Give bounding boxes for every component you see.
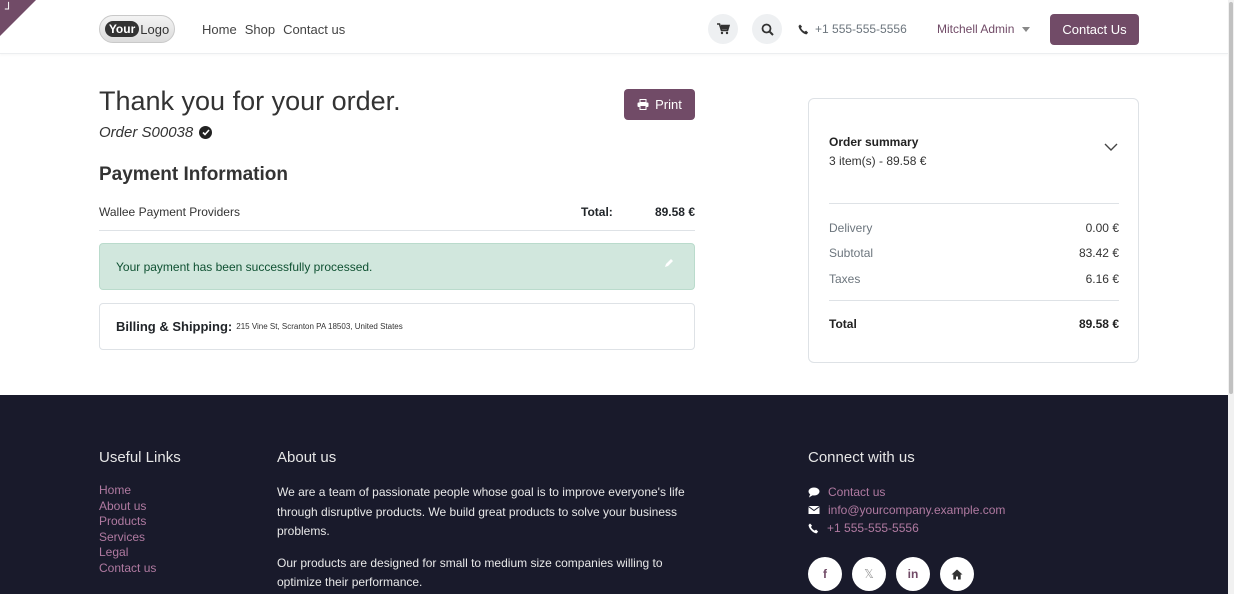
contact-us-button[interactable]: Contact Us <box>1050 14 1139 45</box>
search-icon <box>761 23 774 36</box>
pencil-icon[interactable] <box>664 258 674 268</box>
summary-label: Delivery <box>829 221 873 235</box>
billing-label: Billing & Shipping: <box>116 319 233 334</box>
summary-total-row: Total 89.58 € <box>829 317 1119 331</box>
linkedin-icon[interactable]: in <box>896 557 930 591</box>
site-header: ┘ Your Logo Home Shop Contact us +1 555-5… <box>0 0 1228 54</box>
order-summary-subtitle: 3 item(s) - 89.58 € <box>829 154 927 168</box>
summary-total-value: 89.58 € <box>1078 317 1119 331</box>
footer-link-products[interactable]: Products <box>99 514 156 530</box>
billing-shipping-box: Billing & Shipping: 215 Vine St, Scranto… <box>99 303 695 350</box>
about-paragraph: Our products are designed for small to m… <box>277 555 663 590</box>
connect-title: Connect with us <box>808 449 915 466</box>
useful-links-title: Useful Links <box>99 449 181 466</box>
footer-link-about[interactable]: About us <box>99 499 156 515</box>
footer-link-legal[interactable]: Legal <box>99 545 156 561</box>
order-ref-text: Order S00038 <box>99 124 194 141</box>
connect-email-text: info@yourcompany.example.com <box>828 503 1006 517</box>
cart-icon <box>716 23 730 35</box>
search-button[interactable] <box>752 14 782 44</box>
home-icon[interactable] <box>940 557 974 591</box>
order-reference: Order S00038 <box>99 124 213 141</box>
phone-icon <box>808 523 819 533</box>
summary-label: Taxes <box>829 272 861 286</box>
user-name: Mitchell Admin <box>937 22 1015 36</box>
corner-icon[interactable]: ┘ <box>5 3 12 15</box>
order-summary-title: Order summary <box>829 135 919 149</box>
user-menu[interactable]: Mitchell Admin <box>937 22 1031 36</box>
phone-icon <box>798 24 809 34</box>
about-us-title: About us <box>277 449 337 466</box>
payment-provider-row: Wallee Payment Providers Total: 89.58 € <box>99 200 695 231</box>
comment-icon <box>808 487 820 497</box>
summary-row-subtotal: Subtotal 83.42 € <box>829 246 1119 260</box>
connect-email-link[interactable]: info@yourcompany.example.com <box>808 501 1005 519</box>
summary-total-label: Total <box>829 317 857 331</box>
summary-label: Subtotal <box>829 246 874 260</box>
connect-contact-link[interactable]: Contact us <box>808 483 1005 501</box>
useful-links-list: Home About us Products Services Legal Co… <box>99 483 156 576</box>
order-summary-card: Order summary 3 item(s) - 89.58 € Delive… <box>808 98 1139 363</box>
summary-value: 6.16 € <box>1085 272 1119 286</box>
site-footer: Useful Links Home About us Products Serv… <box>0 395 1228 594</box>
page-title: Thank you for your order. <box>99 86 401 116</box>
facebook-icon[interactable]: f <box>808 557 842 591</box>
connect-contact-text: Contact us <box>828 485 886 499</box>
chevron-down-icon <box>1022 26 1031 32</box>
billing-address: 215 Vine St, Scranton PA 18503, United S… <box>236 322 403 331</box>
connect-phone-link[interactable]: +1 555-555-5556 <box>808 519 1005 537</box>
payment-total-value: 89.58 € <box>654 205 695 219</box>
chevron-down-icon[interactable] <box>1104 143 1118 151</box>
logo-bold: Your <box>104 21 140 37</box>
footer-link-home[interactable]: Home <box>99 483 156 499</box>
print-button[interactable]: Print <box>624 89 695 120</box>
connect-phone-text: +1 555-555-5556 <box>827 521 919 535</box>
summary-value: 0.00 € <box>1085 221 1119 235</box>
summary-divider <box>829 300 1119 301</box>
logo-light: Logo <box>140 21 170 37</box>
print-label: Print <box>655 97 682 112</box>
payment-success-alert: Your payment has been successfully proce… <box>99 243 695 290</box>
about-us-text: We are a team of passionate people whose… <box>277 483 707 594</box>
site-logo[interactable]: Your Logo <box>99 15 175 43</box>
summary-row-delivery: Delivery 0.00 € <box>829 221 1119 235</box>
header-phone[interactable]: +1 555-555-5556 <box>798 22 907 36</box>
nav-shop[interactable]: Shop <box>245 22 275 37</box>
payment-provider: Wallee Payment Providers <box>99 205 240 219</box>
payment-info-heading: Payment Information <box>99 164 288 185</box>
page-scrollbar[interactable] <box>1228 0 1234 594</box>
footer-link-contact[interactable]: Contact us <box>99 561 156 577</box>
summary-divider <box>829 203 1119 204</box>
footer-link-services[interactable]: Services <box>99 530 156 546</box>
cart-button[interactable] <box>708 14 738 44</box>
nav-contact-us[interactable]: Contact us <box>283 22 345 37</box>
about-paragraph: We are a team of passionate people whose… <box>277 485 685 538</box>
payment-total-label: Total: <box>581 205 613 219</box>
header-phone-number: +1 555-555-5556 <box>815 22 907 36</box>
connect-list: Contact us info@yourcompany.example.com … <box>808 483 1005 537</box>
check-circle-icon <box>199 126 213 139</box>
summary-value: 83.42 € <box>1078 246 1119 260</box>
nav-home[interactable]: Home <box>202 22 237 37</box>
social-links: f 𝕏 in <box>808 557 974 591</box>
main-nav: Home Shop Contact us <box>202 22 345 37</box>
envelope-icon <box>808 506 820 514</box>
x-twitter-icon[interactable]: 𝕏 <box>852 557 886 591</box>
alert-message: Your payment has been successfully proce… <box>116 259 373 274</box>
printer-icon <box>637 99 649 110</box>
scrollbar-thumb[interactable] <box>1229 2 1233 394</box>
summary-row-taxes: Taxes 6.16 € <box>829 272 1119 286</box>
